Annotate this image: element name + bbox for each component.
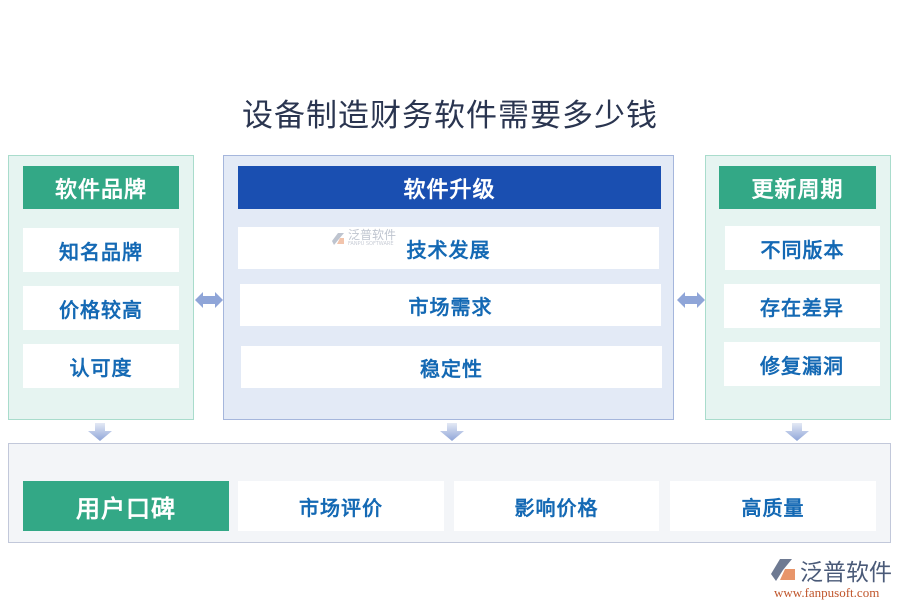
cycle-item: 存在差异 — [724, 284, 880, 328]
watermark-cn: 泛普软件 — [348, 228, 397, 242]
watermark: 泛普软件 FANPU SOFTWARE — [331, 229, 396, 248]
reputation-item: 高质量 — [670, 481, 876, 531]
cycle-item: 不同版本 — [725, 226, 880, 270]
cycle-item: 修复漏洞 — [724, 342, 880, 386]
down-arrow-icon — [88, 423, 112, 441]
reputation-item: 影响价格 — [454, 481, 659, 531]
update-cycle-header: 更新周期 — [719, 166, 876, 209]
software-brand-header: 软件品牌 — [23, 166, 179, 209]
page-title: 设备制造财务软件需要多少钱 — [242, 98, 658, 134]
user-reputation-header: 用户口碑 — [23, 481, 229, 531]
reputation-item: 市场评价 — [238, 481, 444, 531]
upgrade-item: 稳定性 — [241, 346, 662, 388]
double-arrow-icon — [195, 292, 223, 308]
brand-item: 认可度 — [23, 344, 179, 388]
upgrade-item: 市场需求 — [240, 284, 661, 326]
down-arrow-icon — [785, 423, 809, 441]
brand-logo: 泛普软件 www.fanpusoft.com — [770, 553, 892, 601]
brand-item: 知名品牌 — [23, 228, 179, 272]
logo-url: www.fanpusoft.com — [774, 585, 880, 600]
down-arrow-icon — [440, 423, 464, 441]
double-arrow-icon — [677, 292, 705, 308]
fanpu-logo-icon — [332, 232, 344, 245]
logo-name: 泛普软件 — [800, 560, 892, 586]
brand-item: 价格较高 — [23, 286, 179, 330]
upgrade-item: 技术发展 — [238, 227, 659, 269]
software-upgrade-header: 软件升级 — [238, 166, 661, 209]
fanpu-logo-icon — [771, 559, 795, 581]
watermark-en: FANPU SOFTWARE — [348, 241, 394, 247]
